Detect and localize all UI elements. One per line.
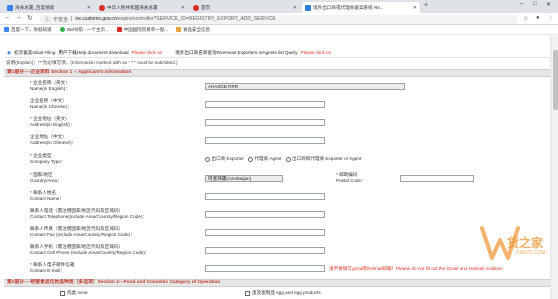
tab-close-icon[interactable]: ✕ — [87, 5, 91, 11]
notice-bar: ◉ 初次备案Initial Filing 用户下载Help document d… — [4, 48, 550, 58]
name-cn-field[interactable] — [205, 101, 325, 108]
tab-title: 境外出口商或代理商备案系统 Re... — [313, 4, 384, 10]
tab-title: 首页 — [201, 4, 211, 10]
info-icon: ◉ — [7, 49, 12, 55]
radio-exporter-or-agent[interactable]: 出口商和代理商 Exporter or Agent — [285, 156, 361, 162]
close-window-icon[interactable]: ✕ — [546, 1, 551, 8]
tab-customs[interactable]: 中华人民共和国海关总署 ✕ — [96, 2, 188, 13]
customs-emblem-icon — [193, 4, 199, 11]
tab-title: 中华人民共和国海关总署 — [107, 4, 158, 10]
menu-icon[interactable]: ⋮ — [548, 15, 554, 22]
food-safety-icon — [176, 27, 182, 32]
list-query-link[interactable]: Please click on — [301, 50, 332, 55]
address-en-label: Address(in English)： — [30, 122, 75, 127]
postcode-label: Postal Code： — [336, 178, 366, 183]
separator: | — [71, 16, 73, 22]
address-bar-row: ← → ↻ ⓘ 不安全 | ire.customs.gov.cn/expire/… — [0, 13, 558, 25]
postcode-field[interactable] — [400, 175, 474, 182]
explain-text: 说明(Explain)：“*”为必填写项。(Information marked… — [6, 60, 178, 65]
single-window-icon — [116, 27, 122, 32]
watermark-subtext: 51W2C.COM — [516, 250, 546, 256]
list-query-label: 境外出口商名单查询Overseas Exporters orAgents lis… — [175, 49, 298, 55]
contact-name-field[interactable] — [205, 193, 325, 200]
help-download-label: 用户下载Help document download — [58, 49, 129, 55]
radio-circle-icon[interactable] — [247, 156, 253, 162]
section1-header: 第1部分----企业资料 Section 1 -- Applicant's In… — [4, 69, 550, 77]
baidu-favicon-icon — [7, 4, 13, 11]
cellphone-label: Contact Cell Phone (Include Area/Country… — [30, 250, 150, 255]
country-field[interactable]: 阿塞拜疆(Azerbaijan) — [205, 175, 283, 182]
help-download-link[interactable]: Please click on — [132, 50, 163, 55]
address-cn-label: Address(in Chinese)： — [30, 140, 77, 145]
360-icon — [59, 27, 65, 32]
fax-label: Contact Fax (Include Area/Country/Region… — [30, 232, 135, 237]
tab-close-icon[interactable]: ✕ — [293, 5, 297, 11]
initial-filing-label: 初次备案Initial Filing — [14, 49, 56, 55]
radio-circle-icon[interactable] — [285, 156, 291, 162]
page-content: ◉ 初次备案Initial Filing 用户下载Help document d… — [0, 36, 550, 299]
scrollbar-thumb[interactable] — [552, 50, 558, 110]
registry-favicon-icon — [305, 4, 311, 11]
minimize-icon[interactable]: – — [520, 1, 523, 7]
back-arrow-icon[interactable]: ← — [4, 14, 11, 21]
profile-icon[interactable]: ● — [536, 15, 540, 21]
bookmark-single-window[interactable]: 中国国际贸易单一窗... — [116, 27, 168, 33]
contact-name-label: Contact Name： — [30, 196, 64, 201]
radio-exporter[interactable]: 出口商 Exporter — [205, 156, 244, 162]
name-en-field[interactable]: AHAZGB RRR — [205, 83, 405, 90]
email-label: Contact E-mail： — [30, 268, 65, 273]
bookmark-360[interactable]: 360导航 - 一个主页... — [59, 27, 109, 33]
company-type-group: 出口商 Exporter 代理商 Agent 出口商和代理商 Exporter … — [205, 156, 361, 162]
tab-title: 海关总署_百度搜索 — [15, 4, 55, 10]
not-secure-icon[interactable]: ⓘ — [45, 16, 50, 23]
email-field[interactable] — [205, 265, 325, 272]
tab-close-icon[interactable]: ✕ — [181, 5, 185, 11]
section2-header: 第2部分----经营食品化妆品种类（多选项）Section 2---Food a… — [4, 279, 550, 287]
category-meat[interactable]: 肉类 meat — [60, 290, 88, 296]
url-host: ire.customs.gov.cn — [75, 16, 117, 22]
baidu-icon — [4, 27, 9, 32]
star-icon[interactable]: ☆ — [523, 15, 528, 22]
bookmark-food-safety[interactable]: 食品安全信息 — [176, 27, 210, 33]
new-tab-button[interactable]: + — [424, 2, 428, 9]
fax-field[interactable] — [205, 229, 325, 236]
company-type-label: Company Type： — [30, 159, 66, 164]
telephone-label: Contact Telephone(Include Area/Country/R… — [30, 214, 147, 219]
tab-close-icon[interactable]: ✕ — [413, 5, 417, 11]
not-secure-label: 不安全 — [53, 16, 69, 23]
customs-emblem-icon — [99, 4, 105, 11]
bookmarks-bar: 百度一下，你就知道 360导航 - 一个主页... 中国国际贸易单一窗... 食… — [0, 25, 558, 35]
radio-circle-icon[interactable] — [205, 156, 210, 162]
cellphone-field[interactable] — [205, 247, 325, 254]
url-field[interactable]: ⓘ 不安全 | ire.customs.gov.cn/expire/contro… — [40, 14, 518, 24]
checkbox-icon[interactable] — [245, 290, 250, 296]
telephone-field[interactable] — [205, 211, 325, 218]
address-en-field[interactable] — [205, 119, 325, 126]
bookmark-baidu[interactable]: 百度一下，你就知道 — [4, 27, 52, 33]
country-label: Country/Area： — [30, 178, 62, 183]
address-cn-field[interactable] — [205, 137, 325, 144]
maximize-icon[interactable]: □ — [533, 1, 537, 7]
name-cn-label: Name(in Chinese)： — [30, 104, 72, 109]
tab-strip: 海关总署_百度搜索 ✕ 中华人民共和国海关总署 ✕ 首页 ✕ 境外出口商或代理商… — [0, 0, 558, 13]
watermark-text: 货之家 — [507, 236, 544, 250]
tab-home[interactable]: 首页 ✕ — [190, 2, 300, 13]
tab-registry[interactable]: 境外出口商或代理商备案系统 Re... ✕ — [302, 2, 420, 13]
name-en-label: Name(in English)： — [30, 86, 70, 91]
reload-icon[interactable]: ↻ — [27, 14, 33, 22]
checkbox-icon[interactable] — [60, 290, 65, 296]
url-path: /expire/controller?SERVICE_ID=REGISTRY_E… — [116, 16, 276, 22]
forward-arrow-icon[interactable]: → — [15, 14, 22, 21]
radio-agent[interactable]: 代理商 Agent — [247, 156, 282, 162]
category-egg[interactable]: 蛋及蛋制品 egg and egg products — [245, 290, 321, 296]
tab-baidu[interactable]: 海关总署_百度搜索 ✕ — [4, 2, 94, 13]
